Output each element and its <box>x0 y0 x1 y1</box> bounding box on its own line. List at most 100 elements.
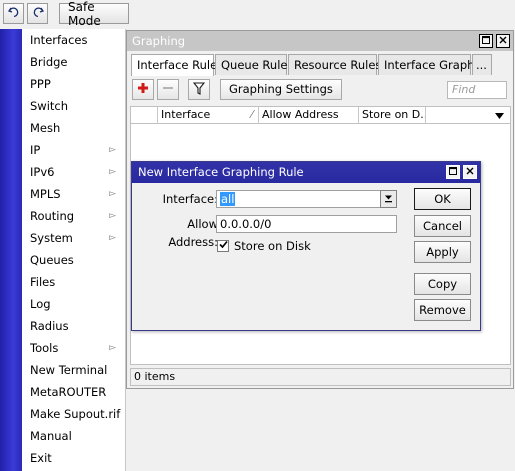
menu-item-label: Switch <box>30 99 69 113</box>
submenu-arrow-icon: ▻ <box>109 233 116 243</box>
column-menu-button[interactable] <box>492 109 506 122</box>
menu-item-label: New Terminal <box>30 363 108 377</box>
filter-button[interactable] <box>188 79 210 100</box>
menu-item-label: MetaROUTER <box>30 385 107 399</box>
menu-item-queues[interactable]: Queues <box>22 249 126 271</box>
menu-item-label: Exit <box>30 451 52 465</box>
tab-more[interactable]: ... <box>472 54 492 75</box>
submenu-arrow-icon: ▻ <box>109 145 116 155</box>
menu-item-exit[interactable]: Exit <box>22 447 126 469</box>
checkmark-icon <box>218 240 228 252</box>
add-button[interactable] <box>132 79 154 100</box>
ok-button[interactable]: OK <box>414 188 471 210</box>
filter-icon <box>192 81 206 98</box>
window-title: Graphing <box>132 34 186 48</box>
close-icon <box>466 167 474 178</box>
menu-item-interfaces[interactable]: Interfaces <box>22 29 126 51</box>
undo-icon <box>7 6 20 21</box>
menu-item-label: MPLS <box>30 187 61 201</box>
dialog-titlebar[interactable]: New Interface Graphing Rule <box>132 162 480 183</box>
tab-queue-rules[interactable]: Queue Rules <box>215 54 293 75</box>
menu-item-routing[interactable]: Routing ▻ <box>22 205 126 227</box>
find-input[interactable]: Find <box>447 81 507 99</box>
interface-select[interactable]: all <box>216 190 396 208</box>
menu-item-label: Manual <box>30 429 72 443</box>
menu-item-label: PPP <box>30 77 51 91</box>
dialog-title: New Interface Graphing Rule <box>138 165 304 179</box>
submenu-arrow-icon: ▻ <box>109 343 116 353</box>
main-menu: Interfaces Bridge PPP Switch Mesh IP ▻ IP… <box>22 29 126 471</box>
plus-icon <box>137 82 149 97</box>
maximize-icon <box>449 166 457 178</box>
submenu-arrow-icon: ▻ <box>109 189 116 199</box>
cancel-button[interactable]: Cancel <box>414 215 471 237</box>
menu-item-label: Files <box>30 275 56 289</box>
menu-item-mpls[interactable]: MPLS ▻ <box>22 183 126 205</box>
chevron-down-icon <box>494 109 504 122</box>
menu-item-tools[interactable]: Tools ▻ <box>22 337 126 359</box>
menu-item-label: Bridge <box>30 55 68 69</box>
undo-button[interactable] <box>3 3 24 24</box>
store-on-disk-label: Store on Disk <box>234 239 311 253</box>
store-on-disk-checkbox[interactable] <box>217 240 229 252</box>
menu-item-new-terminal[interactable]: New Terminal <box>22 359 126 381</box>
top-toolbar: Safe Mode <box>0 0 515 28</box>
menu-item-label: System <box>30 231 73 245</box>
menu-item-ip[interactable]: IP ▻ <box>22 139 126 161</box>
graphing-settings-button[interactable]: Graphing Settings <box>220 79 342 100</box>
menu-item-mesh[interactable]: Mesh <box>22 117 126 139</box>
interface-select-value: all <box>220 192 236 206</box>
dialog-maximize-button[interactable] <box>446 165 460 179</box>
column-header-interface[interactable]: Interface ⁄ <box>158 107 259 124</box>
menu-item-label: Tools <box>30 341 59 355</box>
redo-icon <box>32 6 44 21</box>
column-header-store-on-disk[interactable]: Store on D... <box>359 107 426 124</box>
status-bar: 0 items <box>130 368 511 386</box>
menu-item-manual[interactable]: Manual <box>22 425 126 447</box>
menu-item-ppp[interactable]: PPP <box>22 73 126 95</box>
maximize-icon <box>482 35 490 47</box>
column-header-label: Interface <box>161 108 211 121</box>
menu-item-radius[interactable]: Radius <box>22 315 126 337</box>
menu-item-system[interactable]: System ▻ <box>22 227 126 249</box>
close-icon <box>499 36 507 47</box>
menu-item-metarouter[interactable]: MetaROUTER <box>22 381 126 403</box>
close-button[interactable] <box>496 34 510 48</box>
tab-interface-rules[interactable]: Interface Rules <box>131 54 223 76</box>
menu-item-log[interactable]: Log <box>22 293 126 315</box>
allow-address-input[interactable]: 0.0.0.0/0 <box>216 215 397 233</box>
new-interface-graphing-rule-dialog: New Interface Graphing Rule Interface: a… <box>131 161 481 331</box>
copy-button[interactable]: Copy <box>414 273 471 295</box>
menu-item-label: Log <box>30 297 51 311</box>
interface-dropdown-button[interactable] <box>380 190 397 208</box>
menu-item-files[interactable]: Files <box>22 271 126 293</box>
submenu-arrow-icon: ▻ <box>109 211 116 221</box>
remove-rule-button[interactable]: Remove <box>414 299 471 321</box>
redo-button[interactable] <box>27 3 48 24</box>
sort-icon: ⁄ <box>251 108 253 121</box>
menu-item-ipv6[interactable]: IPv6 ▻ <box>22 161 126 183</box>
menu-item-switch[interactable]: Switch <box>22 95 126 117</box>
submenu-arrow-icon: ▻ <box>109 167 116 177</box>
list-toolbar: Graphing Settings Find <box>127 76 513 104</box>
tab-resource-rules[interactable]: Resource Rules <box>288 54 381 75</box>
interface-label: Interface: <box>162 192 218 206</box>
tab-interface-graphs[interactable]: Interface Graphs <box>378 54 480 75</box>
winbox-side-strip <box>0 29 22 471</box>
menu-item-label: Radius <box>30 319 69 333</box>
menu-item-label: Mesh <box>30 121 61 135</box>
apply-button[interactable]: Apply <box>414 241 471 263</box>
menu-item-label: IP <box>30 143 41 157</box>
menu-item-make-supout[interactable]: Make Supout.rif <box>22 403 126 425</box>
safe-mode-button[interactable]: Safe Mode <box>59 0 129 28</box>
dialog-close-button[interactable] <box>463 165 477 179</box>
remove-button[interactable] <box>157 79 179 100</box>
column-header-allow-address[interactable]: Allow Address <box>259 107 359 124</box>
menu-item-bridge[interactable]: Bridge <box>22 51 126 73</box>
dropdown-arrow-icon <box>384 193 393 206</box>
row-selector-header <box>131 107 158 124</box>
minus-icon <box>162 82 174 97</box>
graphing-window-titlebar[interactable]: Graphing <box>127 31 513 51</box>
maximize-button[interactable] <box>479 34 493 48</box>
allow-address-label: Allow Address: <box>168 217 218 249</box>
